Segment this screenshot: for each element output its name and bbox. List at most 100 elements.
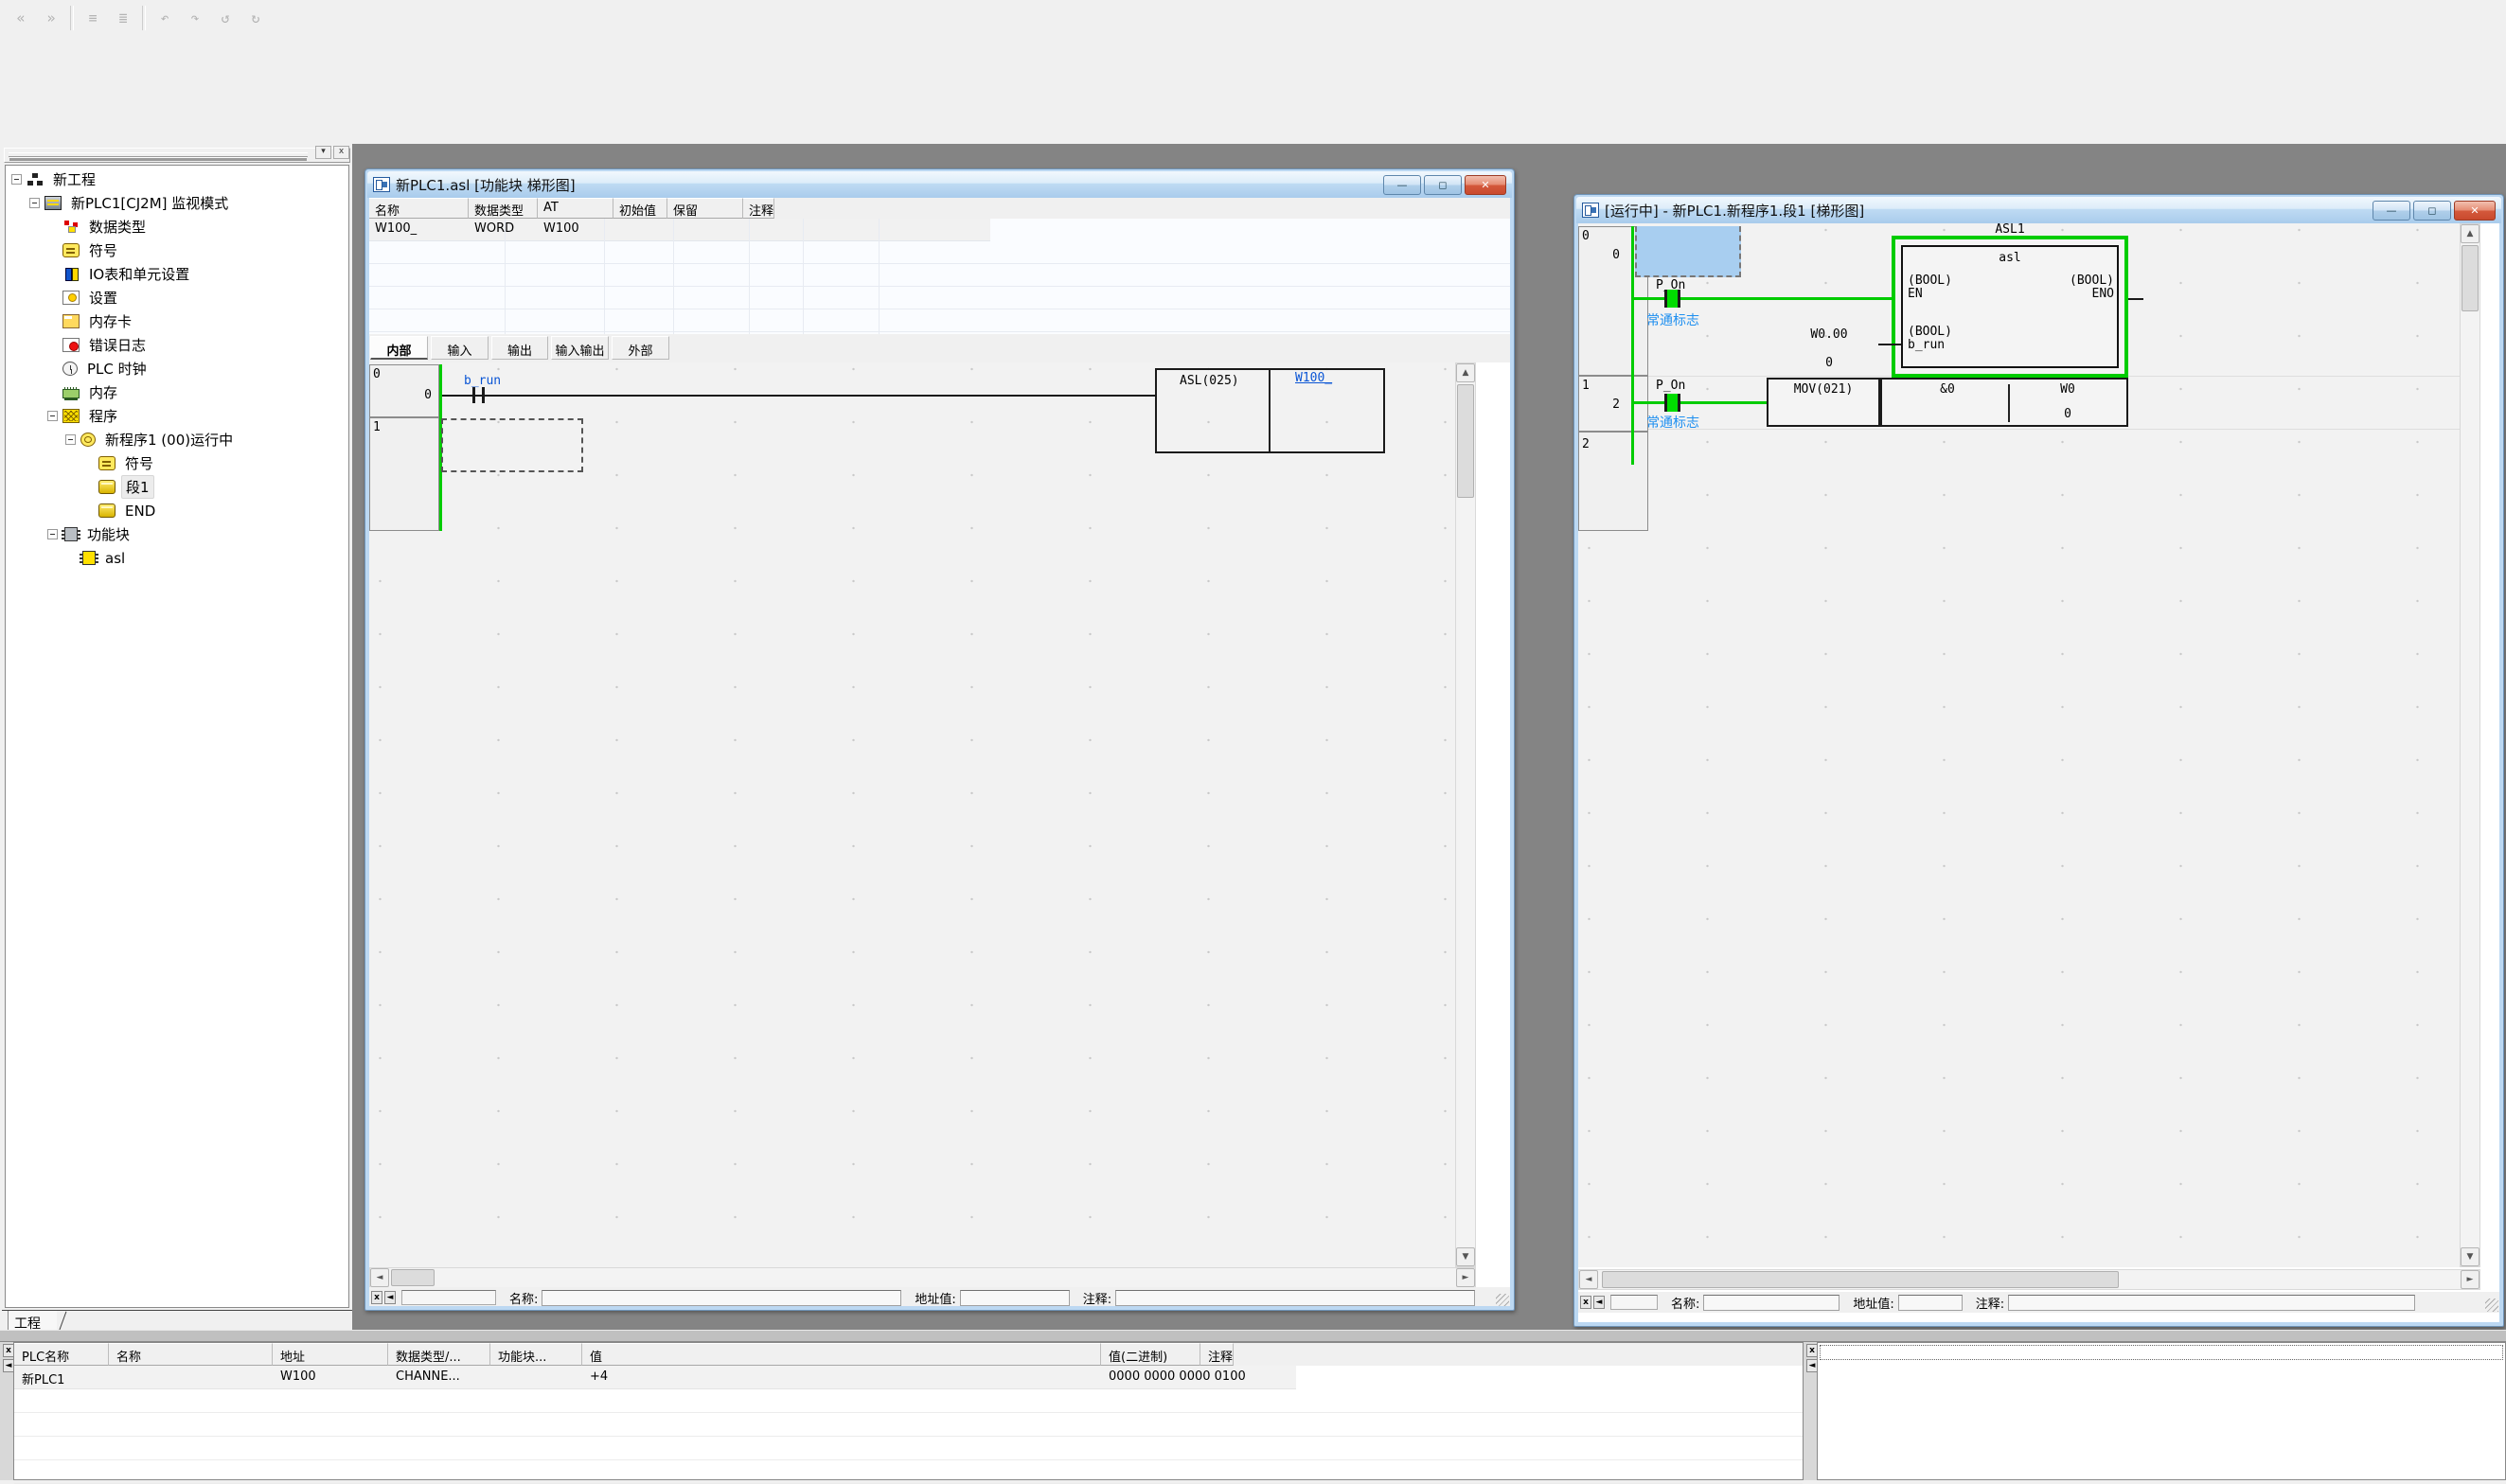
tree-expander-icon[interactable] [65, 434, 76, 445]
symbol-cell[interactable] [613, 219, 667, 240]
scroll-left-button[interactable]: ◄ [370, 1268, 389, 1287]
tab-output[interactable]: 输出 [491, 336, 548, 360]
tree-item-memory-card[interactable]: 内存卡 [6, 309, 348, 333]
panel-close-button[interactable]: x [333, 146, 349, 159]
tree-item-fb-asl[interactable]: asl [6, 546, 348, 570]
fb-input-address[interactable]: W0.00 [1791, 327, 1867, 342]
output-selected-row[interactable] [1820, 1345, 2503, 1360]
contact-label[interactable]: P_On [1656, 379, 1685, 393]
rung-margin[interactable] [369, 417, 439, 531]
column-header[interactable]: 数据类型/... [388, 1343, 490, 1366]
tree-item-plc-clock[interactable]: PLC 时钟 [6, 357, 348, 380]
watch-cell[interactable] [1200, 1366, 1208, 1388]
address-value-field[interactable] [1898, 1295, 1963, 1311]
column-header[interactable]: 保留 [667, 198, 743, 219]
empty-row[interactable] [14, 1460, 1803, 1484]
instruction-mnemonic[interactable]: ASL(025) [1180, 374, 1239, 388]
horizontal-scrollbar[interactable]: ◄ ► [369, 1267, 1476, 1288]
tree-item-end[interactable]: END [6, 499, 348, 522]
tab-external[interactable]: 外部 [612, 336, 669, 360]
minimize-button[interactable]: — [1383, 175, 1421, 195]
column-header[interactable]: 注释 [743, 198, 774, 219]
restore-button[interactable]: ◻ [2413, 201, 2451, 221]
tree-item-plc[interactable]: 新PLC1[CJ2M] 监视模式 [6, 191, 348, 215]
name-field[interactable] [1703, 1295, 1840, 1311]
tree-item-section1[interactable]: 段1 [6, 475, 348, 499]
operand-2[interactable]: W0 [2012, 382, 2124, 397]
empty-row[interactable] [369, 264, 1510, 287]
symbol-cell[interactable] [667, 219, 743, 240]
address-value-field[interactable] [960, 1290, 1070, 1306]
resize-grip[interactable] [2485, 1298, 2498, 1312]
symbol-cell[interactable]: W100 [538, 219, 613, 240]
restore-button[interactable]: ◻ [1424, 175, 1462, 195]
contact-label[interactable]: b_run [464, 374, 501, 388]
scrollbar-thumb[interactable] [1457, 384, 1474, 498]
trace-b-button[interactable]: ↷ [181, 4, 209, 32]
operand-1[interactable]: &0 [1891, 382, 2004, 397]
tab-input[interactable]: 输入 [431, 336, 489, 360]
fb-symbol-row[interactable]: W100_WORDW100 [369, 219, 990, 241]
tree-item-error-log[interactable]: 错误日志 [6, 333, 348, 357]
column-header[interactable]: 地址 [273, 1343, 388, 1366]
trace-d-button[interactable]: ↻ [241, 4, 270, 32]
trace-a-button[interactable]: ↶ [151, 4, 179, 32]
scroll-right-button[interactable]: ► [2461, 1270, 2479, 1289]
empty-row[interactable] [14, 1413, 1803, 1437]
tree-expander-icon[interactable] [11, 174, 22, 185]
contact-p-on[interactable] [1664, 290, 1680, 308]
tree-item-programs[interactable]: 程序 [6, 404, 348, 428]
symbol-cell[interactable]: WORD [469, 219, 538, 240]
detail-view-button[interactable]: ≣ [109, 4, 137, 32]
column-header[interactable]: 注释 [1200, 1343, 1234, 1366]
tree-item-function-blocks[interactable]: 功能块 [6, 522, 348, 546]
watch-row[interactable]: 新PLC1W100CHANNE...+40000 0000 0000 0100 [14, 1366, 1296, 1389]
watch-cell[interactable]: W100 [273, 1366, 388, 1388]
column-header[interactable]: 值 [582, 1343, 1101, 1366]
column-header[interactable]: 名称 [109, 1343, 273, 1366]
list-view-button[interactable]: ≡ [79, 4, 107, 32]
fb-window-titlebar[interactable]: 新PLC1.asl [功能块 梯形图] — ◻ ✕ [367, 171, 1512, 198]
tree-item-program1[interactable]: 新程序1 (00)运行中 [6, 428, 348, 451]
trace-c-button[interactable]: ↺ [211, 4, 240, 32]
tree-item-data-types[interactable]: 数据类型 [6, 215, 348, 238]
status-close-button[interactable]: x [1580, 1296, 1591, 1309]
minimize-button[interactable]: — [2373, 201, 2410, 221]
monitor-window-titlebar[interactable]: [运行中] - 新PLC1.新程序1.段1 [梯形图] — ◻ ✕ [1576, 197, 2501, 223]
tree-item-memory[interactable]: 内存 [6, 380, 348, 404]
status-close-button[interactable]: x [371, 1291, 382, 1304]
scroll-left-button[interactable]: ◄ [1579, 1270, 1598, 1289]
indent-right-button[interactable]: » [37, 4, 65, 32]
column-header[interactable]: 初始值 [613, 198, 667, 219]
tree-expander-icon[interactable] [47, 411, 58, 421]
status-collapse-button[interactable]: ◄ [384, 1291, 396, 1304]
column-header[interactable]: 功能块... [490, 1343, 582, 1366]
fb-ladder-editor[interactable]: 0 0 1 b_run ASL(025) W100_ ▲ ▼ [369, 362, 1476, 1267]
tree-item-program1-symbols[interactable]: 符号 [6, 451, 348, 475]
scroll-right-button[interactable]: ► [1456, 1268, 1475, 1287]
tree-expander-icon[interactable] [29, 198, 40, 208]
fb-instance-label[interactable]: ASL1 [1892, 223, 2128, 237]
tab-internal[interactable]: 内部 [370, 336, 428, 360]
scroll-down-button[interactable]: ▼ [2461, 1247, 2479, 1266]
close-button[interactable]: ✕ [1465, 175, 1506, 195]
watch-cell[interactable] [109, 1366, 273, 1388]
watch-cell[interactable]: CHANNE... [388, 1366, 490, 1388]
empty-row[interactable] [369, 287, 1510, 309]
panel-chevron-button[interactable]: ▾ [315, 146, 331, 159]
symbol-cell[interactable]: W100_ [369, 219, 469, 240]
indent-left-button[interactable]: « [7, 4, 35, 32]
tree-item-io-table[interactable]: IO表和单元设置 [6, 262, 348, 286]
tree-item-new-project[interactable]: 新工程 [6, 168, 348, 191]
column-header[interactable]: 值(二进制) [1101, 1343, 1200, 1366]
tree-expander-icon[interactable] [47, 529, 58, 539]
ladder-cursor-cell[interactable] [1635, 226, 1741, 277]
close-button[interactable]: ✕ [2454, 201, 2496, 221]
name-field[interactable] [542, 1290, 901, 1306]
tree-item-settings[interactable]: 设置 [6, 286, 348, 309]
tree-item-symbols[interactable]: 符号 [6, 238, 348, 262]
comment-field[interactable] [1115, 1290, 1475, 1306]
resize-grip[interactable] [1496, 1294, 1509, 1306]
cell-selection-marquee[interactable] [441, 418, 583, 472]
tab-input-output[interactable]: 输入输出 [551, 336, 609, 360]
